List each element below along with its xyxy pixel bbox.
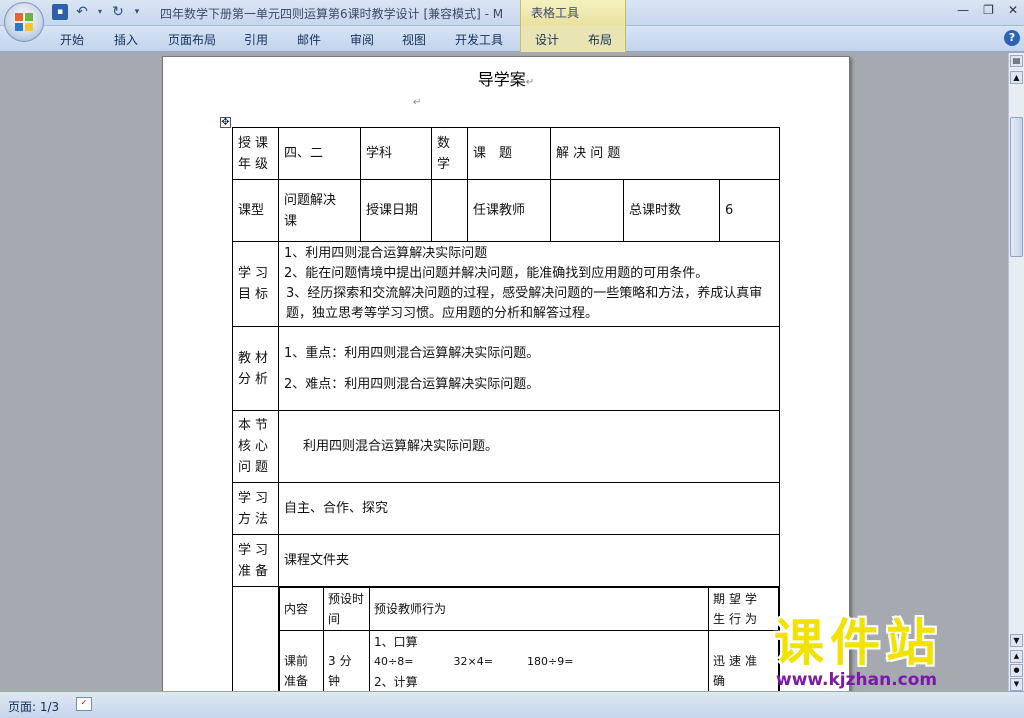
office-logo-icon: [15, 13, 33, 31]
title-bar: ▪ ↶ ▾ ↻ ▾ 四年数学下册第一单元四则运算第6课时教学设计 [兼容模式] …: [0, 0, 1024, 26]
key-point: 1、重点：利用四则混合运算解决实际问题。: [284, 345, 540, 361]
prep-value[interactable]: 课程文件夹: [277, 534, 781, 587]
window-title: 四年数学下册第一单元四则运算第6课时教学设计 [兼容模式] - M: [160, 7, 504, 21]
content-header: 内容: [279, 587, 324, 631]
grade-value[interactable]: 四、二: [278, 127, 361, 180]
goal-item-3: 3、经历探索和交流解决问题的过程，感受解决问题的一些策略和方法，养成认真审题，独…: [286, 286, 763, 321]
teacher-label: 任课教师: [467, 179, 551, 242]
total-periods-label: 总课时数: [623, 179, 720, 242]
topic-label: 课 题: [467, 127, 551, 180]
table-move-handle[interactable]: ✥: [220, 117, 231, 128]
close-icon[interactable]: ✕: [1008, 3, 1018, 17]
undo-icon[interactable]: ↶: [74, 4, 90, 20]
method-value[interactable]: 自主、合作、探究: [277, 482, 781, 535]
subject-label: 学科: [360, 127, 432, 180]
calc-1: 40÷8=: [374, 655, 414, 668]
material-label: 教材分析: [232, 326, 279, 411]
lesson-type-value[interactable]: 问题解决 课: [278, 179, 361, 242]
previous-page-icon[interactable]: ▲: [1010, 650, 1023, 663]
guide-cell: 内容 预设时间 预设教师行为 期望学生行为 课前准备 3分钟 1、口算 40÷8…: [277, 586, 781, 691]
office-button[interactable]: [4, 2, 44, 42]
topic-value[interactable]: 解 决 问 题: [549, 127, 781, 180]
site-watermark: 课件站 www.kjzhan.com: [774, 616, 1010, 690]
tab-mailings[interactable]: 邮件: [297, 31, 321, 48]
scroll-down-icon[interactable]: ▼: [1010, 634, 1023, 647]
goal-item-1: 1、利用四则混合运算解决实际问题: [284, 246, 488, 261]
minimize-icon[interactable]: —: [957, 3, 969, 17]
calc-3: 180÷9=: [527, 655, 574, 668]
tab-view[interactable]: 视图: [402, 31, 426, 48]
method-label: 学习方法: [232, 482, 279, 535]
proofing-icon[interactable]: ✓: [76, 697, 92, 711]
status-bar: 页面: 1/3 ✓: [0, 691, 1024, 718]
teacher-value[interactable]: [550, 179, 624, 242]
window-controls: — ❐ ✕: [957, 3, 1018, 17]
guide-inner-table: 内容 预设时间 预设教师行为 期望学生行为 课前准备 3分钟 1、口算 40÷8…: [279, 587, 780, 691]
teacher-action-cell[interactable]: 1、口算 40÷8= 32×4= 180÷9= 2、计算: [368, 630, 710, 691]
core-question-value[interactable]: 利用四则混合运算解决实际问题。: [277, 410, 781, 483]
total-periods-value[interactable]: 6: [718, 179, 781, 242]
vertical-scrollbar[interactable]: ▤ ▲ ▼ ▲ ● ▼: [1008, 53, 1024, 691]
material-cell[interactable]: 1、重点：利用四则混合运算解决实际问题。 2、难点：利用四则混合运算解决实际问题…: [277, 326, 781, 411]
tab-table-layout[interactable]: 布局: [588, 31, 612, 48]
scroll-up-icon[interactable]: ▲: [1010, 71, 1023, 84]
student-action-header: 期望学生行为: [708, 587, 780, 631]
scroll-thumb[interactable]: [1010, 117, 1023, 257]
time-cell[interactable]: 3分钟: [323, 630, 370, 691]
core-question-label: 本节核心问题: [232, 410, 279, 483]
help-icon[interactable]: ?: [1004, 30, 1020, 46]
calc-title: 2、计算: [374, 675, 418, 689]
tab-references[interactable]: 引用: [244, 31, 268, 48]
oral-calc-line: 40÷8= 32×4= 180÷9=: [374, 652, 704, 672]
quick-access-toolbar: ▪ ↶ ▾ ↻ ▾: [52, 4, 142, 20]
goals-cell[interactable]: 1、利用四则混合运算解决实际问题 2、能在问题情境中提出问题并解决问题，能准确找…: [277, 241, 781, 327]
subject-value[interactable]: 数学: [431, 127, 468, 180]
difficulty: 2、难点：利用四则混合运算解决实际问题。: [284, 376, 540, 392]
goal-item-2: 2、能在问题情境中提出问题并解决问题，能准确找到应用题的可用条件。: [284, 266, 709, 281]
tab-developer[interactable]: 开发工具: [455, 31, 503, 48]
ruler-toggle-icon[interactable]: ▤: [1010, 55, 1023, 67]
document-page[interactable]: 导学案↵ ↵ ✥ 授课年级 四、二 学科 数学 课 题 解 决 问 题 课型 问…: [162, 56, 850, 691]
lesson-type-label: 课型: [232, 179, 279, 242]
calc-2: 32×4=: [453, 655, 493, 668]
table-tools-label: 表格工具: [531, 6, 580, 20]
tab-review[interactable]: 审阅: [350, 31, 374, 48]
teacher-action-header: 预设教师行为: [368, 587, 710, 631]
tab-insert[interactable]: 插入: [114, 31, 138, 48]
document-area: 导学案↵ ↵ ✥ 授课年级 四、二 学科 数学 课 题 解 决 问 题 课型 问…: [0, 53, 1008, 691]
tab-home[interactable]: 开始: [60, 31, 84, 48]
time-header: 预设时间: [323, 587, 370, 631]
table-tools-group: 表格工具: [520, 0, 626, 26]
next-page-icon[interactable]: ▼: [1010, 678, 1023, 691]
lesson-plan-table: 授课年级 四、二 学科 数学 课 题 解 决 问 题 课型 问题解决 课 授课日…: [232, 127, 781, 691]
undo-dropdown-icon[interactable]: ▾: [96, 4, 104, 20]
guide-label: 导: [232, 586, 279, 691]
tab-table-design[interactable]: 设计: [535, 31, 559, 48]
goals-label: 学习目标: [232, 241, 279, 327]
page-count[interactable]: 页面: 1/3: [8, 698, 59, 715]
customize-toolbar-icon[interactable]: ▾: [132, 4, 142, 20]
save-icon[interactable]: ▪: [52, 4, 68, 20]
grade-label: 授课年级: [232, 127, 279, 180]
oral-calc-title: 1、口算: [374, 635, 418, 649]
select-browse-object-icon[interactable]: ●: [1010, 664, 1023, 677]
prep-label: 学习准备: [232, 534, 279, 587]
student-action-cell[interactable]: 迅速准确: [708, 630, 780, 691]
lesson-date-label: 授课日期: [360, 179, 432, 242]
watermark-url: www.kjzhan.com: [776, 670, 938, 690]
paragraph-mark: ↵: [413, 97, 422, 108]
redo-icon[interactable]: ↻: [110, 4, 126, 20]
watermark-brand: 课件站: [774, 614, 942, 672]
lesson-date-value[interactable]: [431, 179, 468, 242]
content-cell[interactable]: 课前准备: [279, 630, 324, 691]
document-title: 导学案↵: [477, 70, 535, 89]
restore-icon[interactable]: ❐: [983, 3, 994, 17]
ribbon-tabs: 开始 插入 页面布局 引用 邮件 审阅 视图 开发工具 设计 布局 ?: [0, 26, 1024, 52]
tab-page-layout[interactable]: 页面布局: [168, 31, 216, 48]
